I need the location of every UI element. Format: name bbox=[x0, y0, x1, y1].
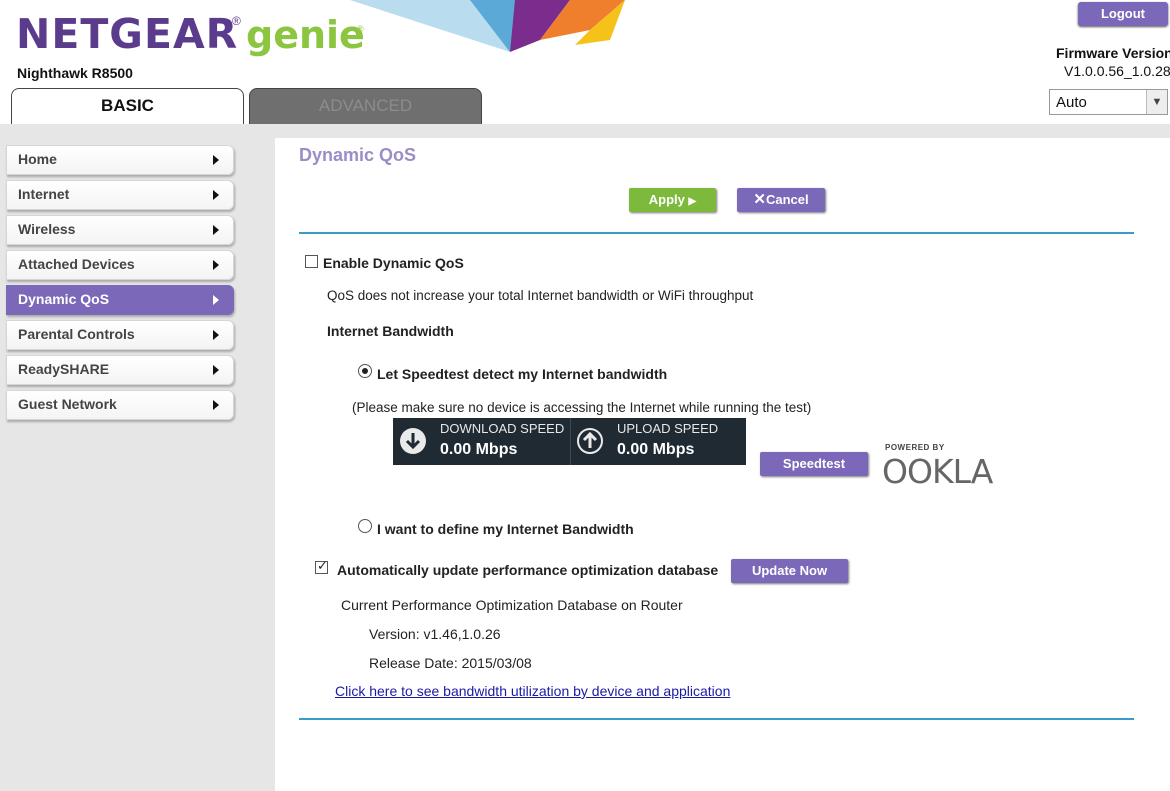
chevron-down-icon[interactable]: ▼ bbox=[1146, 90, 1167, 114]
upload-speed-panel: UPLOAD SPEED 0.00 Mbps bbox=[570, 418, 746, 465]
sidebar-item-label: Wireless bbox=[18, 221, 76, 237]
manual-bandwidth-option-label: I want to define my Internet Bandwidth bbox=[377, 521, 634, 537]
content-top-bar bbox=[275, 124, 1170, 138]
sidebar-item-label: Home bbox=[18, 151, 57, 167]
close-icon: ✕ bbox=[753, 191, 766, 208]
divider-top bbox=[299, 232, 1134, 234]
router-model: Nighthawk R8500 bbox=[17, 65, 133, 81]
speedtest-option-label: Let Speedtest detect my Internet bandwid… bbox=[377, 366, 668, 382]
arrow-right-icon bbox=[213, 400, 219, 410]
sidebar-item-label: Parental Controls bbox=[18, 326, 135, 342]
tab-basic[interactable]: BASIC bbox=[11, 88, 244, 124]
ookla-powered-by: POWERED BY bbox=[885, 443, 945, 452]
header: NETGEAR ® genie ® Nighthawk R8500 Logout… bbox=[0, 0, 1170, 124]
manual-bandwidth-radio[interactable] bbox=[358, 519, 372, 533]
banner-graphic bbox=[350, 0, 625, 52]
sidebar-item-label: Attached Devices bbox=[18, 256, 135, 272]
arrow-right-icon bbox=[213, 330, 219, 340]
db-version: Version: v1.46,1.0.26 bbox=[369, 626, 501, 642]
db-heading: Current Performance Optimization Databas… bbox=[341, 597, 683, 613]
sidebar-item-parental-controls[interactable]: Parental Controls bbox=[6, 320, 234, 350]
sidebar-item-readyshare[interactable]: ReadySHARE bbox=[6, 355, 234, 385]
upload-speed-title: UPLOAD SPEED bbox=[617, 421, 719, 436]
sidebar-item-label: ReadySHARE bbox=[18, 361, 110, 377]
qos-note: QoS does not increase your total Interne… bbox=[327, 288, 754, 303]
arrow-right-icon bbox=[213, 260, 219, 270]
firmware-value: V1.0.0.56_1.0.28 bbox=[1064, 63, 1170, 79]
sidebar-item-dynamic-qos[interactable]: Dynamic QoS bbox=[6, 285, 234, 315]
download-speed-value: 0.00 Mbps bbox=[440, 441, 518, 458]
arrow-right-icon bbox=[213, 365, 219, 375]
page-title: Dynamic QoS bbox=[299, 145, 417, 165]
arrow-right-icon bbox=[213, 225, 219, 235]
logout-button[interactable]: Logout bbox=[1078, 2, 1168, 26]
download-arrow-icon bbox=[400, 428, 426, 454]
speedtest-button[interactable]: Speedtest bbox=[760, 452, 868, 476]
speed-display-panel: DOWNLOAD SPEED 0.00 Mbps UPLOAD SPEED 0.… bbox=[393, 418, 746, 465]
download-speed-panel: DOWNLOAD SPEED 0.00 Mbps bbox=[393, 418, 571, 465]
sidebar-item-label: Guest Network bbox=[18, 396, 117, 412]
auto-update-checkbox[interactable]: ✓ bbox=[315, 558, 328, 574]
checkmark-icon: ✓ bbox=[317, 558, 328, 573]
cancel-button-label: Cancel bbox=[765, 192, 809, 207]
arrow-right-icon bbox=[213, 190, 219, 200]
language-select[interactable]: Auto ▼ bbox=[1049, 89, 1168, 115]
enable-qos-checkbox[interactable] bbox=[305, 255, 318, 268]
divider-bottom bbox=[299, 718, 1134, 720]
radio-selected-dot bbox=[362, 368, 368, 374]
brand-logo: NETGEAR bbox=[16, 10, 239, 58]
download-speed-title: DOWNLOAD SPEED bbox=[440, 421, 565, 436]
sidebar-item-wireless[interactable]: Wireless bbox=[6, 215, 234, 245]
firmware-label: Firmware Version bbox=[1056, 45, 1170, 61]
sidebar-item-attached-devices[interactable]: Attached Devices bbox=[6, 250, 234, 280]
speedtest-note: (Please make sure no device is accessing… bbox=[352, 400, 812, 415]
brand-registered-mark: ® bbox=[232, 14, 241, 28]
tab-advanced[interactable]: ADVANCED bbox=[249, 88, 482, 124]
upload-arrow-icon bbox=[577, 428, 603, 454]
genie-logo: genie bbox=[246, 13, 365, 57]
apply-button[interactable]: Apply ▶ bbox=[629, 188, 716, 212]
apply-button-label: Apply bbox=[648, 192, 685, 207]
genie-registered-mark: ® bbox=[357, 24, 364, 34]
play-arrow-icon: ▶ bbox=[688, 196, 697, 207]
update-now-button[interactable]: Update Now bbox=[731, 559, 848, 583]
arrow-right-icon bbox=[213, 155, 219, 165]
sidebar-item-home[interactable]: Home bbox=[6, 145, 234, 175]
sidebar-item-internet[interactable]: Internet bbox=[6, 180, 234, 210]
db-release-date: Release Date: 2015/03/08 bbox=[369, 655, 532, 671]
ookla-logo: OOKLA bbox=[882, 452, 993, 491]
auto-update-label: Automatically update performance optimiz… bbox=[337, 562, 719, 578]
upload-speed-value: 0.00 Mbps bbox=[617, 441, 695, 458]
cancel-button[interactable]: ✕Cancel bbox=[737, 188, 825, 212]
enable-qos-label: Enable Dynamic QoS bbox=[323, 255, 464, 271]
sidebar-item-label: Internet bbox=[18, 186, 70, 202]
speedtest-radio[interactable] bbox=[358, 364, 372, 378]
arrow-right-icon bbox=[213, 295, 219, 305]
bandwidth-utilization-link[interactable]: Click here to see bandwidth utilization … bbox=[335, 683, 730, 699]
sidebar-item-label: Dynamic QoS bbox=[18, 291, 110, 307]
sidebar: Home Internet Wireless Attached Devices … bbox=[0, 124, 275, 791]
sidebar-item-guest-network[interactable]: Guest Network bbox=[6, 390, 234, 420]
bandwidth-heading: Internet Bandwidth bbox=[327, 323, 454, 339]
language-select-value: Auto bbox=[1056, 94, 1087, 111]
